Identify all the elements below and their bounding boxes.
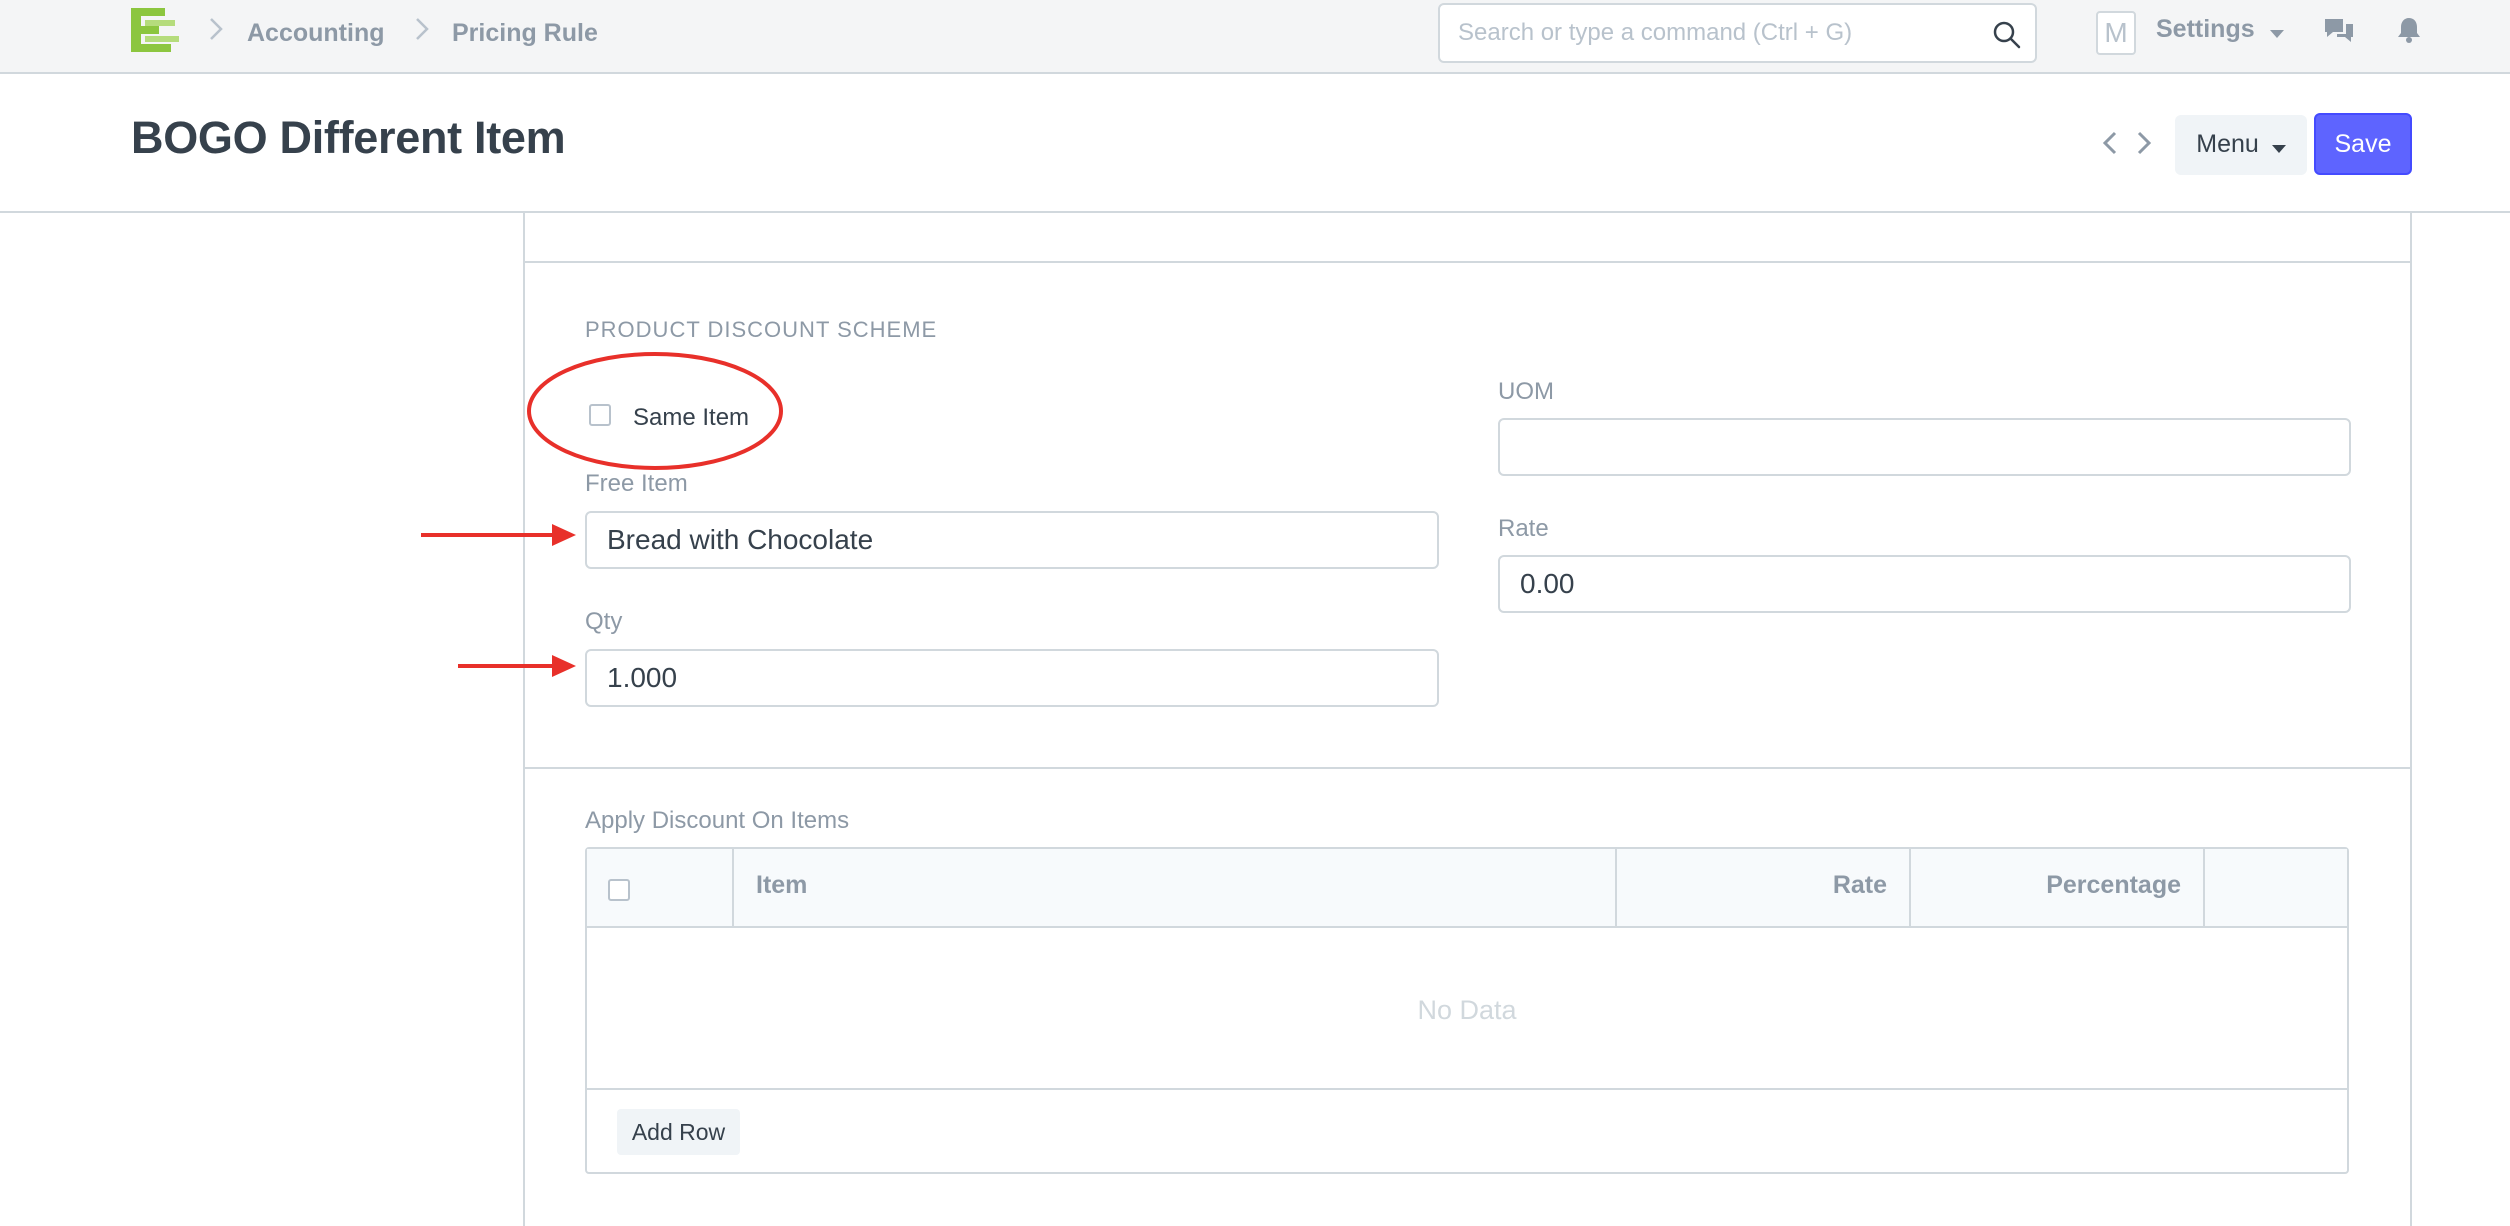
annotation-overlay [421, 352, 783, 677]
annotation-circle [527, 352, 783, 470]
annotation-arrow [421, 524, 576, 546]
annotation-arrow [458, 655, 576, 677]
